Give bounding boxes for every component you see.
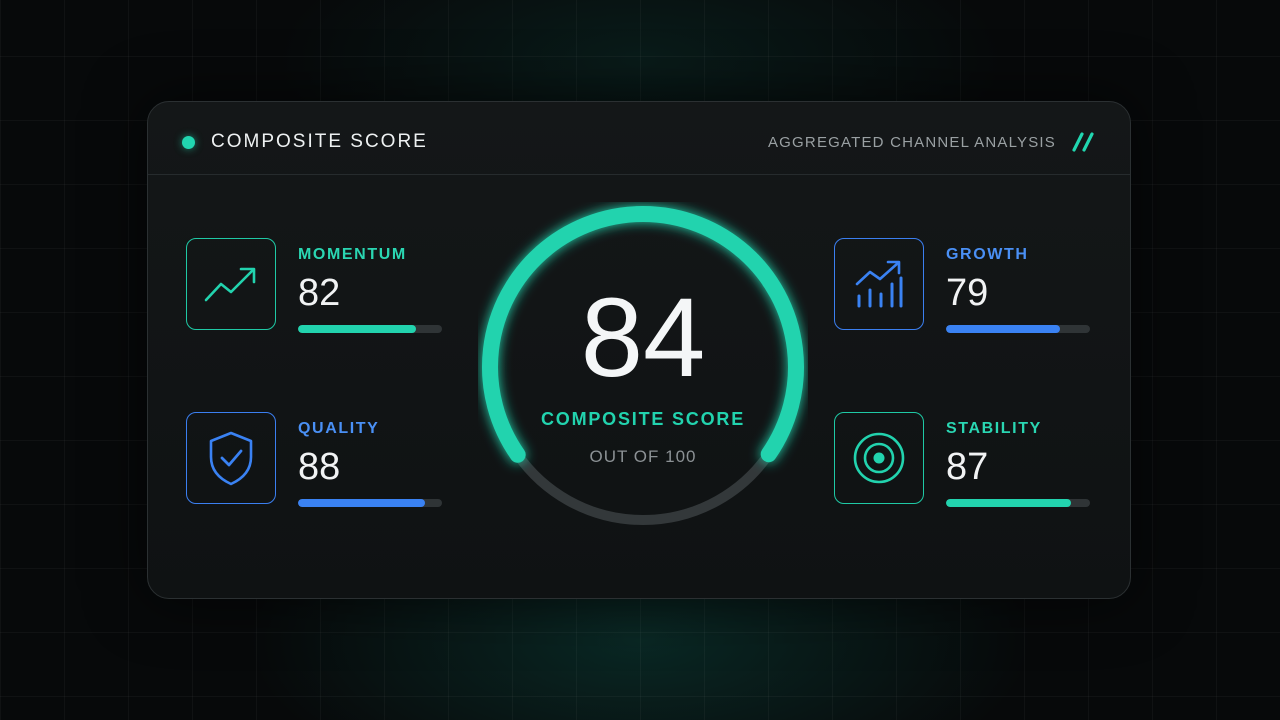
bar-chart-growth-icon	[855, 260, 903, 308]
metric-value: 88	[298, 446, 341, 488]
metric-progress-track	[298, 499, 442, 507]
composite-score-label: COMPOSITE SCORE	[540, 409, 746, 429]
metric-label: QUALITY	[298, 420, 380, 437]
metric-icon-frame	[186, 238, 276, 330]
metric-progress-fill	[946, 325, 1060, 333]
metric-stability: STABILITY 87	[834, 412, 1094, 507]
target-icon	[853, 432, 905, 484]
metric-label: MOMENTUM	[298, 246, 407, 263]
dashboard-background: COMPOSITE SCORE AGGREGATED CHANNEL ANALY…	[0, 0, 1280, 720]
metric-label: STABILITY	[946, 420, 1042, 437]
metric-growth: GROWTH 79	[834, 238, 1094, 333]
metric-icon-frame	[834, 412, 924, 504]
metric-value: 87	[946, 446, 989, 488]
card-title: COMPOSITE SCORE	[211, 131, 428, 152]
card-header: COMPOSITE SCORE AGGREGATED CHANNEL ANALY…	[148, 102, 1130, 175]
card-subtitle: AGGREGATED CHANNEL ANALYSIS	[767, 134, 1056, 151]
metric-progress-fill	[298, 499, 425, 507]
metric-progress-fill	[298, 325, 417, 333]
metric-icon-frame	[834, 238, 924, 330]
shield-check-icon	[209, 431, 253, 486]
composite-gauge: 84 COMPOSITE SCORE OUT OF 100	[478, 202, 808, 532]
metric-value: 82	[298, 272, 341, 314]
metric-momentum: MOMENTUM 82	[186, 238, 446, 333]
metric-progress-track	[946, 499, 1090, 507]
trend-up-icon	[204, 267, 256, 302]
double-slash-icon	[1072, 132, 1094, 152]
metric-quality: QUALITY 88	[186, 412, 446, 507]
composite-score-value: 84	[580, 275, 706, 400]
metric-icon-frame	[186, 412, 276, 504]
metric-progress-track	[298, 325, 442, 333]
metric-label: GROWTH	[946, 246, 1029, 263]
composite-score-card: COMPOSITE SCORE AGGREGATED CHANNEL ANALY…	[147, 101, 1131, 599]
status-dot-icon	[182, 136, 195, 149]
metric-value: 79	[946, 272, 989, 314]
metric-progress-fill	[946, 499, 1072, 507]
metric-progress-track	[946, 325, 1090, 333]
composite-score-scale: OUT OF 100	[589, 447, 697, 466]
